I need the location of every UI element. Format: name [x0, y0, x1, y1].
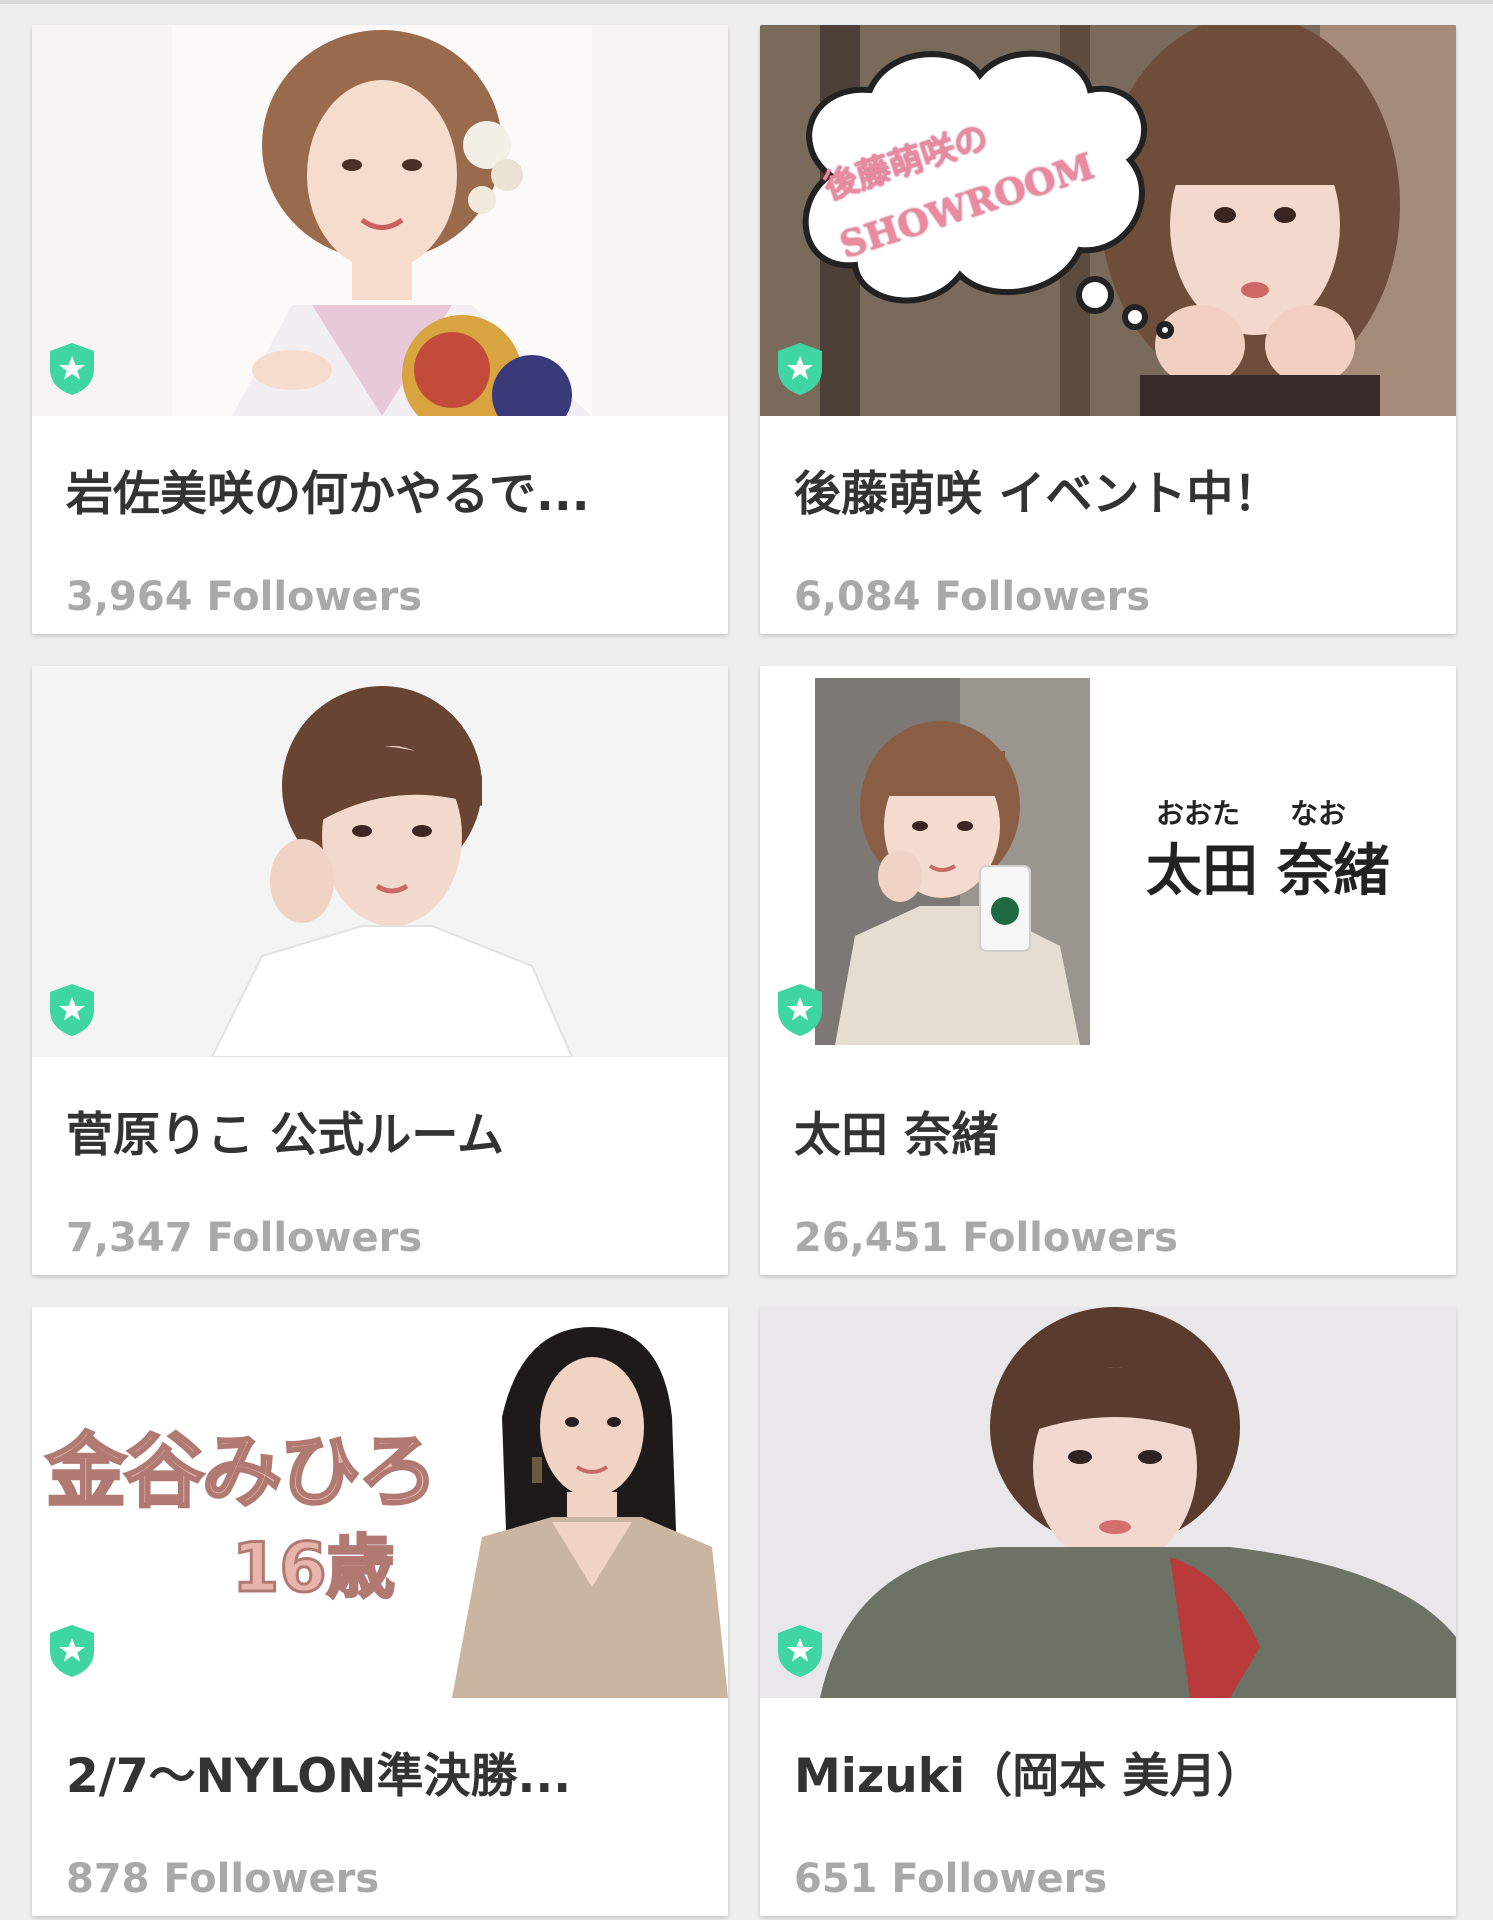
official-badge-icon — [46, 341, 98, 397]
follower-count: 26,451 Followers — [794, 1215, 1178, 1261]
follower-count: 7,347 Followers — [66, 1215, 423, 1261]
room-thumbnail-image — [32, 666, 728, 1057]
room-card[interactable]: 金谷みひろ 16歳 2/7〜NYLON準決勝... 878 Followers — [32, 1307, 728, 1916]
room-thumbnail-caption: 太田 奈緒 — [1146, 839, 1390, 904]
room-card[interactable]: おおた なお 太田 奈緒 太田 奈緒 26,451 Followers — [760, 666, 1456, 1275]
official-badge-icon — [46, 1623, 98, 1679]
room-card[interactable]: 岩佐美咲の何かやるで... 3,964 Followers — [32, 25, 728, 634]
room-thumbnail-caption: 金谷みひろ — [45, 1424, 440, 1520]
room-title: 岩佐美咲の何かやるで... — [66, 467, 590, 522]
room-thumbnail-image — [760, 1307, 1456, 1698]
official-badge-icon — [774, 1623, 826, 1679]
room-thumbnail: 後藤萌咲の SHOWROOM — [760, 25, 1456, 416]
room-thumbnail: おおた なお 太田 奈緒 — [760, 666, 1456, 1057]
follower-count: 651 Followers — [794, 1856, 1108, 1902]
room-thumbnail-image — [32, 25, 728, 416]
room-thumbnail-caption: 16歳 — [231, 1528, 397, 1610]
official-badge-icon — [774, 982, 826, 1038]
room-thumbnail — [32, 666, 728, 1057]
room-card[interactable]: 菅原りこ 公式ルーム 7,347 Followers — [32, 666, 728, 1275]
room-title: 菅原りこ 公式ルーム — [66, 1108, 504, 1163]
top-divider — [0, 0, 1493, 4]
room-card[interactable]: Mizuki（岡本 美月） 651 Followers — [760, 1307, 1456, 1916]
room-card[interactable]: 後藤萌咲の SHOWROOM 後藤萌咲 イベント中！ 6,084 Followe… — [760, 25, 1456, 634]
room-title: 太田 奈緒 — [794, 1108, 999, 1163]
follower-count: 6,084 Followers — [794, 574, 1151, 620]
room-grid: 岩佐美咲の何かやるで... 3,964 Followers 後藤萌咲の SHOW… — [32, 25, 1458, 1916]
room-title: 後藤萌咲 イベント中！ — [794, 467, 1281, 522]
room-thumbnail: 金谷みひろ 16歳 — [32, 1307, 728, 1698]
room-title: Mizuki（岡本 美月） — [794, 1749, 1264, 1804]
follower-count: 878 Followers — [66, 1856, 380, 1902]
room-thumbnail — [32, 25, 728, 416]
room-thumbnail — [760, 1307, 1456, 1698]
follower-count: 3,964 Followers — [66, 574, 423, 620]
official-badge-icon — [774, 341, 826, 397]
official-badge-icon — [46, 982, 98, 1038]
room-title: 2/7〜NYLON準決勝... — [66, 1749, 572, 1804]
